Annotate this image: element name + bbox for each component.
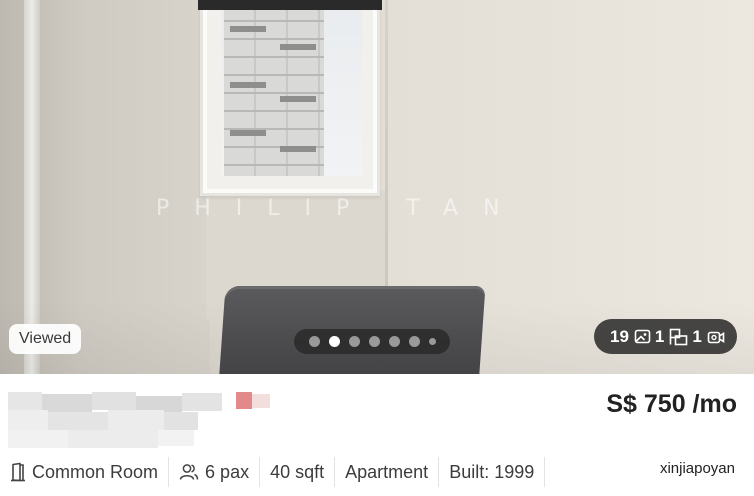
carousel-dot[interactable] (408, 336, 420, 347)
spec-room-type-label: Common Room (32, 461, 159, 482)
spec-built-label: Built: 1999 (449, 461, 535, 482)
people-icon (179, 464, 199, 480)
photo-wall-corner (385, 0, 388, 300)
photo-count: 19 (610, 326, 629, 346)
photo-building-window (280, 96, 316, 102)
spec-divider (544, 457, 546, 487)
carousel-dots[interactable] (294, 329, 450, 354)
door-icon (11, 462, 25, 482)
photo-building-window (230, 26, 266, 32)
listing-photo[interactable]: PHILIP TAN Viewed 19 1 1 (0, 0, 754, 374)
photo-building-window (280, 146, 316, 152)
viewed-badge: Viewed (9, 324, 82, 354)
agent-name[interactable]: xinjiapoyan (660, 460, 735, 477)
photo-window-view (222, 4, 362, 176)
spec-pax-label: 6 pax (205, 461, 250, 482)
photo-building-window (280, 44, 316, 50)
floorplan-count: 1 (654, 326, 665, 346)
photo-window-blind (198, 0, 382, 10)
spec-property-type-label: Apartment (345, 461, 429, 482)
video-icon (707, 331, 725, 343)
photo-building-window (230, 130, 266, 136)
spec-size: 40 sqft (260, 457, 334, 487)
carousel-dot[interactable] (308, 336, 320, 347)
photo-watermark: PHILIP TAN (156, 196, 525, 221)
floorplan-icon (670, 328, 688, 345)
photo-icon (634, 329, 651, 344)
spec-pax: 6 pax (169, 457, 259, 487)
listing-specs: Common Room 6 pax 40 sqft Apartment Buil… (10, 457, 546, 487)
carousel-dot-active[interactable] (328, 336, 340, 347)
listing-title-obscured[interactable] (8, 392, 270, 450)
carousel-dot[interactable] (428, 338, 436, 345)
media-counts[interactable]: 19 1 1 (594, 319, 737, 354)
listing-price: S$ 750 /mo (606, 390, 737, 418)
video-count: 1 (692, 326, 702, 346)
spec-room-type: Common Room (10, 457, 168, 487)
carousel-dot[interactable] (388, 336, 400, 347)
carousel-dot[interactable] (368, 336, 380, 347)
spec-built: Built: 1999 (439, 457, 544, 487)
photo-building-window (230, 82, 266, 88)
spec-size-label: 40 sqft (270, 461, 325, 482)
spec-property-type: Apartment (335, 457, 438, 487)
carousel-dot[interactable] (348, 336, 360, 347)
